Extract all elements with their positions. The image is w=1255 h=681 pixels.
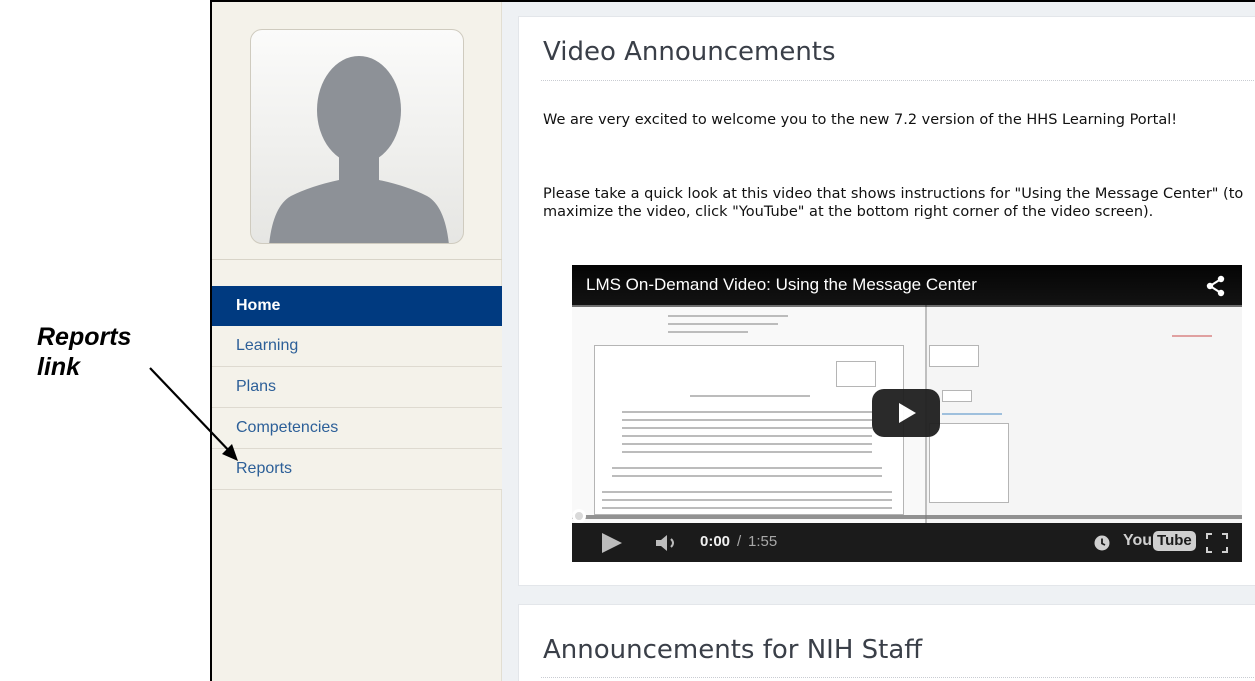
card-title: Announcements for NIH Staff	[543, 635, 923, 665]
fullscreen-icon[interactable]	[1206, 533, 1228, 553]
sidebar-item-reports[interactable]: Reports	[212, 449, 502, 490]
watch-later-clock-icon[interactable]	[1093, 534, 1111, 552]
volume-icon[interactable]	[654, 532, 684, 554]
play-button[interactable]	[872, 389, 940, 437]
sidebar: Home Learning Plans Competencies Reports	[212, 2, 502, 681]
control-play-icon[interactable]	[602, 533, 622, 553]
sidebar-nav: Home Learning Plans Competencies Reports	[212, 286, 502, 490]
youtube-logo-you: You	[1123, 532, 1153, 549]
callout-line-2: link	[37, 353, 81, 381]
sidebar-item-home[interactable]: Home	[212, 286, 502, 326]
user-silhouette-icon	[269, 56, 449, 243]
reports-link-callout: Reports link	[37, 322, 131, 382]
video-controls: 0:00 / 1:55 You Tube	[572, 523, 1242, 562]
video-instructions-text: Please take a quick look at this video t…	[543, 186, 1244, 220]
divider	[212, 259, 502, 260]
welcome-text: We are very excited to welcome you to th…	[543, 112, 1178, 128]
video-title[interactable]: LMS On-Demand Video: Using the Message C…	[586, 275, 977, 295]
youtube-logo-tube: Tube	[1153, 531, 1196, 551]
divider	[541, 80, 1255, 81]
time-separator: /	[737, 533, 742, 550]
portal-frame: Home Learning Plans Competencies Reports…	[210, 0, 1255, 681]
time-total: 1:55	[748, 533, 778, 550]
video-announcements-card: Video Announcements We are very excited …	[518, 16, 1255, 586]
card-title: Video Announcements	[543, 37, 836, 67]
youtube-logo[interactable]: You Tube	[1123, 531, 1196, 555]
progress-bar[interactable]	[572, 515, 1242, 519]
share-icon[interactable]	[1206, 275, 1226, 297]
time-current: 0:00	[700, 533, 731, 550]
divider	[541, 677, 1255, 678]
sidebar-item-competencies[interactable]: Competencies	[212, 408, 502, 449]
video-player[interactable]: LMS On-Demand Video: Using the Message C…	[572, 265, 1242, 562]
video-title-bar: LMS On-Demand Video: Using the Message C…	[572, 265, 1242, 307]
progress-handle[interactable]	[572, 509, 586, 523]
nih-staff-announcements-card: Announcements for NIH Staff	[518, 604, 1255, 681]
sidebar-item-learning[interactable]: Learning	[212, 326, 502, 367]
avatar[interactable]	[250, 29, 464, 244]
sidebar-item-plans[interactable]: Plans	[212, 367, 502, 408]
callout-line-1: Reports	[37, 323, 132, 351]
